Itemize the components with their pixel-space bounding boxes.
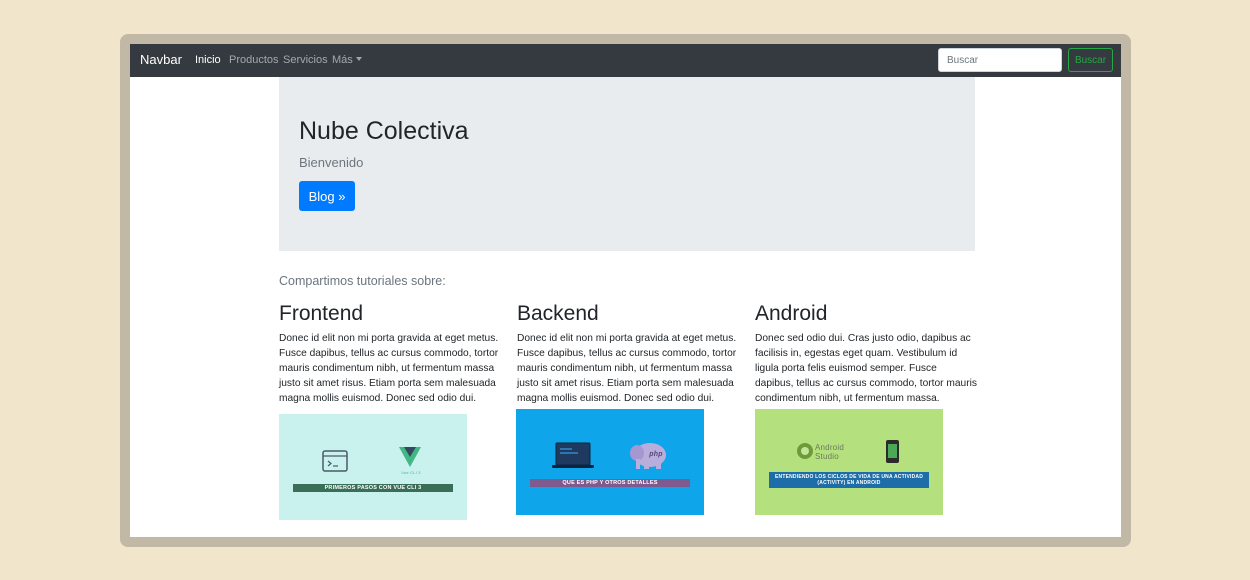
php-elephant-icon — [630, 443, 666, 469]
nav-dropdown-mas[interactable]: Más — [332, 54, 362, 66]
thumbnail-banner: ENTENDIENDO LOS CICLOS DE VIDA DE UNA AC… — [769, 472, 929, 488]
jumbotron: Nube Colectiva Bienvenido Blog » — [279, 77, 975, 251]
nav-link-servicios[interactable]: Servicios — [283, 54, 328, 66]
column-text: Donec id elit non mi porta gravida at eg… — [279, 333, 499, 404]
phone-icon — [886, 440, 899, 463]
thumbnail-php[interactable]: php QUE ES PHP Y OTROS DETALLES — [516, 409, 704, 515]
navbar: Navbar Inicio Productos Servicios Más Bu… — [130, 44, 1121, 77]
column-backend: Backend Donec id elit non mi porta gravi… — [517, 301, 739, 406]
column-heading: Backend — [517, 302, 599, 325]
thumbnail-banner: QUE ES PHP Y OTROS DETALLES — [530, 479, 690, 487]
page-title: Nube Colectiva — [299, 117, 469, 145]
thumbnail-vue-cli[interactable]: Vue CLI 3 PRIMEROS PASOS CON VUE CLI 3 — [279, 414, 467, 520]
browser-viewport: Navbar Inicio Productos Servicios Más Bu… — [130, 44, 1121, 537]
jumbotron-subtitle: Bienvenido — [299, 155, 364, 170]
search-button[interactable]: Buscar — [1068, 48, 1113, 72]
vue-logo-icon — [399, 447, 421, 467]
nav-dropdown-label: Más — [332, 54, 353, 66]
navbar-brand[interactable]: Navbar — [140, 52, 182, 67]
php-logo-label: php — [649, 451, 663, 458]
search-input[interactable] — [938, 48, 1062, 72]
column-text: Donec sed odio dui. Cras justo odio, dap… — [755, 333, 977, 404]
thumbnail-android[interactable]: Android Studio ENTENDIENDO LOS CICLOS DE… — [755, 409, 943, 515]
column-android: Android Donec sed odio dui. Cras justo o… — [755, 301, 977, 406]
caret-down-icon — [355, 57, 362, 61]
vue-logo-label: Vue CLI 3 — [401, 470, 421, 475]
column-heading: Android — [755, 302, 828, 325]
lead-text: Compartimos tutoriales sobre: — [279, 274, 446, 288]
column-heading: Frontend — [279, 302, 364, 325]
thumbnail-banner: PRIMEROS PASOS CON VUE CLI 3 — [293, 484, 453, 492]
column-frontend: Frontend Donec id elit non mi porta grav… — [279, 301, 501, 406]
nav-link-productos[interactable]: Productos — [229, 54, 279, 66]
nav-link-inicio[interactable]: Inicio — [195, 54, 221, 66]
blog-button[interactable]: Blog » — [299, 181, 355, 211]
column-text: Donec id elit non mi porta gravida at eg… — [517, 333, 737, 404]
